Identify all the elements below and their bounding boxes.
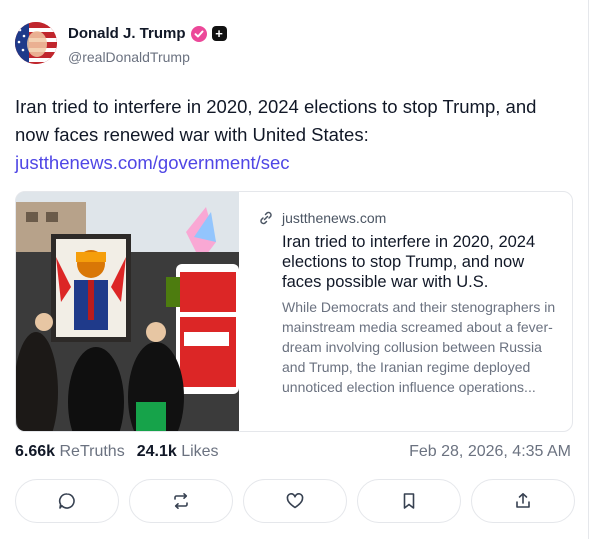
- author-name[interactable]: Donald J. Trump: [68, 25, 186, 42]
- author-handle[interactable]: @realDonaldTrump: [68, 49, 190, 65]
- heart-icon: [286, 493, 304, 509]
- link-preview-card[interactable]: justthenews.com Iran tried to interfere …: [15, 191, 573, 432]
- preview-description: While Democrats and their stenographers …: [282, 299, 556, 395]
- preview-image: [16, 192, 239, 431]
- post-text: Iran tried to interfere in 2020, 2024 el…: [15, 96, 537, 145]
- reply-button[interactable]: [15, 479, 119, 523]
- preview-body: justthenews.com Iran tried to interfere …: [239, 192, 572, 431]
- action-bar: [15, 479, 575, 523]
- likes-label: Likes: [181, 443, 219, 460]
- post-timestamp[interactable]: Feb 28, 2026, 4:35 AM: [409, 443, 571, 461]
- link-icon: [260, 211, 272, 225]
- likes-count: 24.1k: [136, 443, 177, 460]
- verified-badge-icon: [190, 25, 207, 42]
- preview-domain: justthenews.com: [282, 210, 387, 226]
- retruths-count: 6.66k: [15, 443, 56, 460]
- chat-bubble-icon: [58, 493, 75, 509]
- post-card: Donald J. Trump + @realDonaldTrump Iran …: [0, 0, 589, 539]
- share-button[interactable]: [471, 479, 575, 523]
- plus-badge-icon: +: [211, 26, 227, 41]
- preview-title: Iran tried to interfere in 2020, 2024 el…: [282, 233, 536, 291]
- post-link[interactable]: justthenews.com/government/sec: [15, 149, 290, 177]
- engagement-stats: 6.66k ReTruths 24.1k Likes: [15, 443, 219, 461]
- retruth-button[interactable]: [129, 479, 233, 523]
- bookmark-button[interactable]: [357, 479, 461, 523]
- author-row: Donald J. Trump +: [68, 25, 227, 42]
- share-icon: [516, 493, 530, 508]
- likes-stat[interactable]: 24.1k Likes: [137, 443, 219, 461]
- retruths-label: ReTruths: [59, 443, 125, 460]
- like-button[interactable]: [243, 479, 347, 523]
- repost-icon: [174, 493, 188, 509]
- preview-domain-row: justthenews.com: [258, 210, 556, 226]
- avatar[interactable]: [15, 22, 57, 64]
- retruths-stat[interactable]: 6.66k ReTruths: [15, 443, 125, 461]
- bookmark-icon: [403, 493, 415, 509]
